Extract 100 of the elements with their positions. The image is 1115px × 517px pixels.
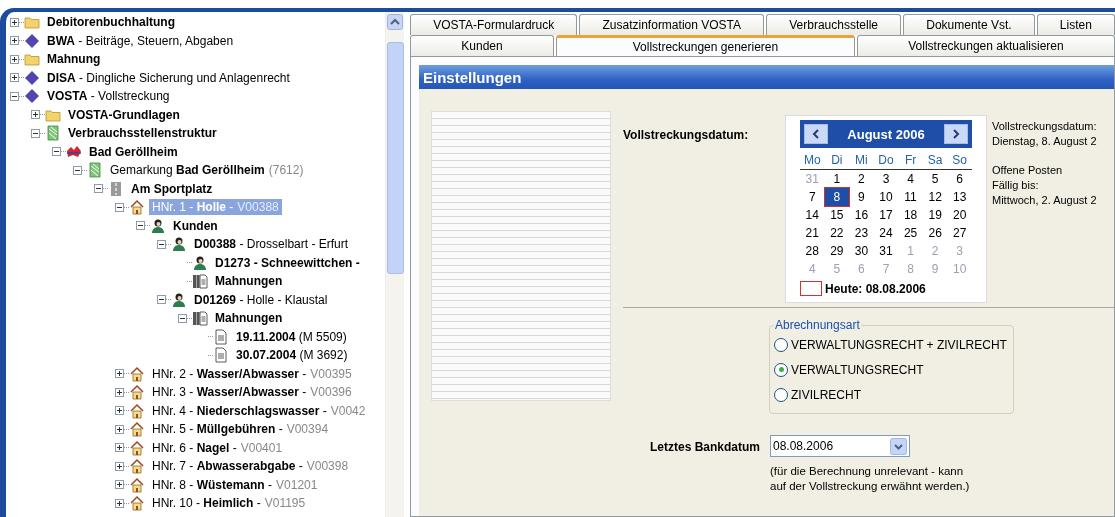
calendar-day[interactable]: 31 xyxy=(873,242,899,260)
tab[interactable]: Verbrauchsstelle xyxy=(766,14,902,35)
radio-button[interactable] xyxy=(774,362,788,377)
calendar-day[interactable]: 14 xyxy=(800,206,825,224)
expand-toggle[interactable] xyxy=(115,369,124,379)
next-month-button[interactable] xyxy=(944,124,968,144)
expand-toggle[interactable] xyxy=(10,73,19,83)
expand-toggle[interactable] xyxy=(115,443,124,453)
calendar-day[interactable]: 23 xyxy=(849,224,874,242)
tab[interactable]: Vollstreckungen aktualisieren xyxy=(856,35,1115,56)
tree-item[interactable]: Mahnungen xyxy=(212,273,286,290)
tree-item[interactable]: Am Sportplatz xyxy=(128,180,216,197)
expand-toggle[interactable] xyxy=(10,54,19,64)
tree-item[interactable]: HNr. 10 - Heimlich - V01195 xyxy=(149,495,309,512)
calendar-day[interactable]: 22 xyxy=(824,224,850,242)
calendar-day[interactable]: 11 xyxy=(898,188,923,206)
calendar-day[interactable]: 5 xyxy=(922,170,948,188)
tree-item[interactable]: 30.07.2004 (M 3692) xyxy=(233,347,351,364)
tab[interactable]: Listen xyxy=(1036,14,1115,35)
collapse-toggle[interactable] xyxy=(94,184,103,194)
calendar-day[interactable]: 1 xyxy=(824,170,850,188)
tree-item[interactable]: 19.11.2004 (M 5509) xyxy=(233,328,350,345)
tree-item[interactable]: VOSTA-Grundlagen xyxy=(65,106,183,123)
calendar-day[interactable]: 21 xyxy=(800,224,825,242)
collapse-toggle[interactable] xyxy=(157,295,166,305)
tree-item[interactable]: Kunden xyxy=(170,217,221,234)
calendar-day[interactable]: 27 xyxy=(947,224,972,242)
collapse-toggle[interactable] xyxy=(115,202,124,212)
calendar-day[interactable]: 25 xyxy=(898,224,923,242)
calendar-day[interactable]: 7 xyxy=(800,188,825,206)
calendar-day[interactable]: 3 xyxy=(873,170,899,188)
calendar-day[interactable]: 13 xyxy=(947,188,972,206)
tab[interactable]: Kunden xyxy=(410,35,555,56)
tree-item[interactable]: DISA - Dingliche Sicherung und Anlagenrecht xyxy=(44,69,293,86)
tree-item[interactable]: HNr. 2 - Wasser/Abwasser - V00395 xyxy=(149,365,355,382)
calendar-day[interactable]: 19 xyxy=(922,206,948,224)
calendar-day[interactable]: 30 xyxy=(849,242,874,260)
radio-option[interactable]: VERWALTUNGSRECHT xyxy=(774,357,1007,382)
today-link[interactable]: Heute: 08.08.2006 xyxy=(825,281,926,296)
calendar-day[interactable]: 29 xyxy=(824,242,850,260)
radio-option[interactable]: VERWALTUNGSRECHT + ZIVILRECHT xyxy=(774,332,1007,357)
expand-toggle[interactable] xyxy=(115,406,124,416)
collapse-toggle[interactable] xyxy=(10,91,19,101)
collapse-toggle[interactable] xyxy=(136,221,145,231)
calendar-day[interactable]: 20 xyxy=(947,206,972,224)
expand-toggle[interactable] xyxy=(10,36,19,46)
tree-item[interactable]: D1273 - Schneewittchen - xyxy=(212,254,363,271)
tab[interactable]: Vollstreckungen generieren xyxy=(556,35,855,56)
radio-button[interactable] xyxy=(774,337,788,352)
calendar-day[interactable]: 9 xyxy=(849,188,874,206)
calendar-day[interactable]: 6 xyxy=(947,170,972,188)
tree-item[interactable]: VOSTA - Vollstreckung xyxy=(44,88,173,105)
radio-button[interactable] xyxy=(774,387,788,402)
tree-item[interactable]: HNr. 5 - Müllgebühren - V00394 xyxy=(149,421,332,438)
calendar-day[interactable]: 10 xyxy=(873,188,899,206)
expand-toggle[interactable] xyxy=(31,110,40,120)
expand-toggle[interactable] xyxy=(115,424,124,434)
radio-option[interactable]: ZIVILRECHT xyxy=(774,382,1007,407)
collapse-toggle[interactable] xyxy=(52,147,61,157)
tree-item[interactable]: HNr. 4 - Niederschlagswasser - V0042 xyxy=(149,402,369,419)
date-dropdown[interactable]: 08.08.2006 xyxy=(770,435,910,457)
calendar-day[interactable]: 17 xyxy=(873,206,899,224)
calendar-day[interactable]: 16 xyxy=(849,206,874,224)
previous-month-button[interactable] xyxy=(804,124,828,144)
collapse-toggle[interactable] xyxy=(157,239,166,249)
calendar-day[interactable]: 2 xyxy=(849,170,874,188)
tree-item[interactable]: HNr. 7 - Abwasserabgabe - V00398 xyxy=(149,458,352,475)
calendar-day[interactable]: 15 xyxy=(824,206,850,224)
collapse-toggle[interactable] xyxy=(31,128,40,138)
scroll-up-button[interactable] xyxy=(387,14,403,30)
tree-item[interactable]: HNr. 6 - Nagel - V00401 xyxy=(149,439,286,456)
collapse-toggle[interactable] xyxy=(73,165,82,175)
tree-item[interactable]: Mahnung xyxy=(44,51,104,68)
tree-item[interactable]: D00388 - Drosselbart - Erfurt xyxy=(191,236,352,253)
tree-item[interactable]: Debitorenbuchhaltung xyxy=(44,14,178,31)
expand-toggle[interactable] xyxy=(115,461,124,471)
collapse-toggle[interactable] xyxy=(178,313,187,323)
expand-toggle[interactable] xyxy=(115,498,124,508)
expand-toggle[interactable] xyxy=(115,387,124,397)
calendar-day[interactable]: 4 xyxy=(898,170,923,188)
calendar-day[interactable]: 28 xyxy=(800,242,825,260)
scrollbar-thumb[interactable] xyxy=(386,42,404,274)
calendar-day[interactable]: 26 xyxy=(922,224,948,242)
calendar-day[interactable]: 18 xyxy=(898,206,923,224)
tree-item[interactable]: Verbrauchsstellenstruktur xyxy=(65,125,220,142)
tree-item[interactable]: HNr. 8 - Wüstemann - V01201 xyxy=(149,476,321,493)
tab[interactable]: Dokumente Vst. xyxy=(903,14,1035,35)
calendar-day[interactable]: 12 xyxy=(922,188,948,206)
expand-toggle[interactable] xyxy=(10,17,19,27)
tab[interactable]: VOSTA-Formulardruck xyxy=(410,14,578,35)
tree-item[interactable]: Gemarkung Bad Geröllheim (7612) xyxy=(107,162,307,179)
tree-item[interactable]: BWA - Beiträge, Steuern, Abgaben xyxy=(44,32,237,49)
tree-item[interactable]: Mahnungen xyxy=(212,310,286,327)
tree-item[interactable]: Bad Geröllheim xyxy=(86,143,181,160)
tab[interactable]: Zusatzinformation VOSTA xyxy=(579,14,765,35)
tree-item[interactable]: D01269 - Holle - Klaustal xyxy=(191,291,331,308)
calendar-day[interactable]: 8 xyxy=(824,188,850,206)
expand-toggle[interactable] xyxy=(115,480,124,490)
calendar-day[interactable]: 24 xyxy=(873,224,899,242)
tree-item[interactable]: HNr. 3 - Wasser/Abwasser - V00396 xyxy=(149,384,355,401)
